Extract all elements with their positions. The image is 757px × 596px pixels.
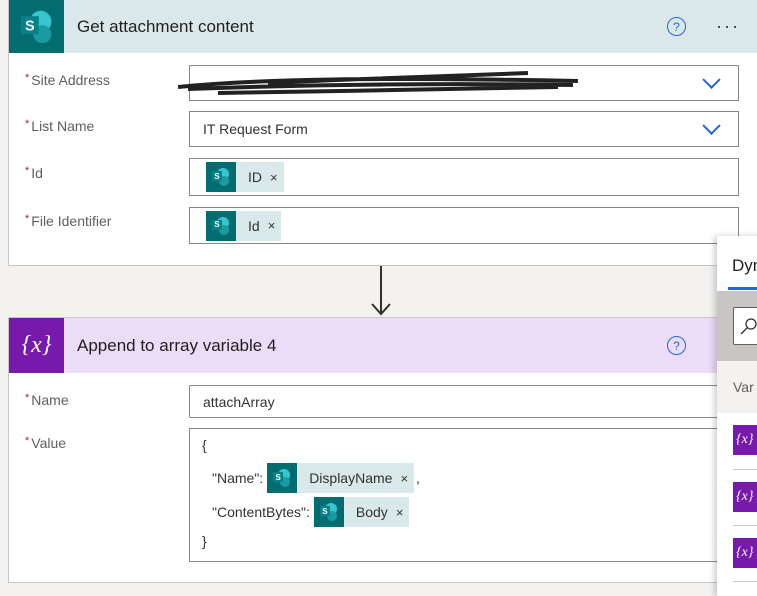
list-name-value: IT Request Form: [203, 121, 308, 137]
card-title: Append to array variable 4: [77, 335, 277, 355]
contentbytes-line: "ContentBytes": S Body ×: [202, 495, 738, 529]
variable-icon: {x}: [9, 318, 64, 373]
value-label: * Value: [25, 435, 67, 451]
site-address-label: * Site Address: [25, 72, 110, 88]
sharepoint-icon: S: [267, 463, 298, 493]
search-icon: [740, 318, 757, 335]
search-input[interactable]: [733, 307, 757, 345]
name-key: "Name":: [212, 470, 264, 486]
chevron-down-icon[interactable]: [702, 70, 721, 89]
file-identifier-input[interactable]: S Id ×: [189, 207, 739, 244]
id-label: * Id: [25, 165, 43, 181]
name-label: * Name: [25, 392, 69, 408]
value-input[interactable]: { "Name": S DisplayName × , "ContentBytes"…: [189, 428, 739, 562]
redaction-scribble: [178, 71, 579, 95]
search-area: [717, 291, 757, 361]
more-options-icon[interactable]: ···: [716, 16, 740, 37]
dynamic-token-displayname[interactable]: S DisplayName ×: [267, 463, 415, 493]
divider: [733, 525, 757, 526]
card-title: Get attachment content: [77, 16, 254, 36]
variable-icon[interactable]: {x}: [733, 538, 757, 568]
name-line: "Name": S DisplayName × ,: [202, 461, 738, 495]
variable-name-value: attachArray: [203, 393, 275, 410]
help-icon[interactable]: ?: [667, 17, 686, 36]
sharepoint-icon: S: [313, 497, 344, 527]
panel-tab-indicator[interactable]: [728, 287, 757, 290]
panel-title: Dyn: [732, 256, 757, 275]
section-header: Var: [717, 361, 757, 413]
card-header[interactable]: S Get attachment content ? ···: [9, 0, 757, 53]
chevron-down-icon[interactable]: [702, 116, 721, 135]
divider: [733, 469, 757, 470]
card-header[interactable]: {x} Append to array variable 4 ?: [9, 318, 757, 373]
close-brace: }: [202, 533, 207, 549]
list-name-dropdown[interactable]: IT Request Form: [189, 111, 739, 147]
dynamic-token-body[interactable]: S Body ×: [313, 497, 410, 527]
section-label: Var: [733, 379, 754, 395]
dynamic-token-id[interactable]: S ID ×: [206, 162, 284, 192]
variable-icon[interactable]: {x}: [733, 425, 757, 455]
dynamic-content-panel: Dyn Var {x} {x} {x}: [717, 236, 757, 596]
list-name-label: * List Name: [25, 118, 95, 134]
comma: ,: [416, 470, 420, 486]
divider: [733, 581, 757, 582]
remove-token-icon[interactable]: ×: [270, 170, 278, 185]
sharepoint-icon: S: [206, 210, 236, 241]
flow-arrow-icon: [371, 266, 391, 316]
file-identifier-label: * File Identifier: [25, 213, 112, 229]
help-icon[interactable]: ?: [667, 336, 686, 355]
variable-name-dropdown[interactable]: attachArray: [189, 385, 739, 418]
sharepoint-icon: S: [9, 0, 64, 53]
get-attachment-content-card: S Get attachment content ? ··· * Site Add…: [8, 0, 757, 266]
id-input[interactable]: S ID ×: [189, 158, 739, 196]
open-brace: {: [202, 437, 207, 453]
remove-token-icon[interactable]: ×: [396, 505, 404, 520]
dynamic-token-id[interactable]: S Id ×: [206, 210, 282, 241]
append-to-array-card: {x} Append to array variable 4 ? * Name a…: [8, 317, 757, 583]
remove-token-icon[interactable]: ×: [400, 471, 408, 486]
sharepoint-icon: S: [206, 162, 236, 192]
variable-icon[interactable]: {x}: [733, 482, 757, 512]
contentbytes-key: "ContentBytes":: [212, 504, 310, 520]
site-address-dropdown[interactable]: [178, 65, 739, 101]
remove-token-icon[interactable]: ×: [268, 218, 276, 233]
